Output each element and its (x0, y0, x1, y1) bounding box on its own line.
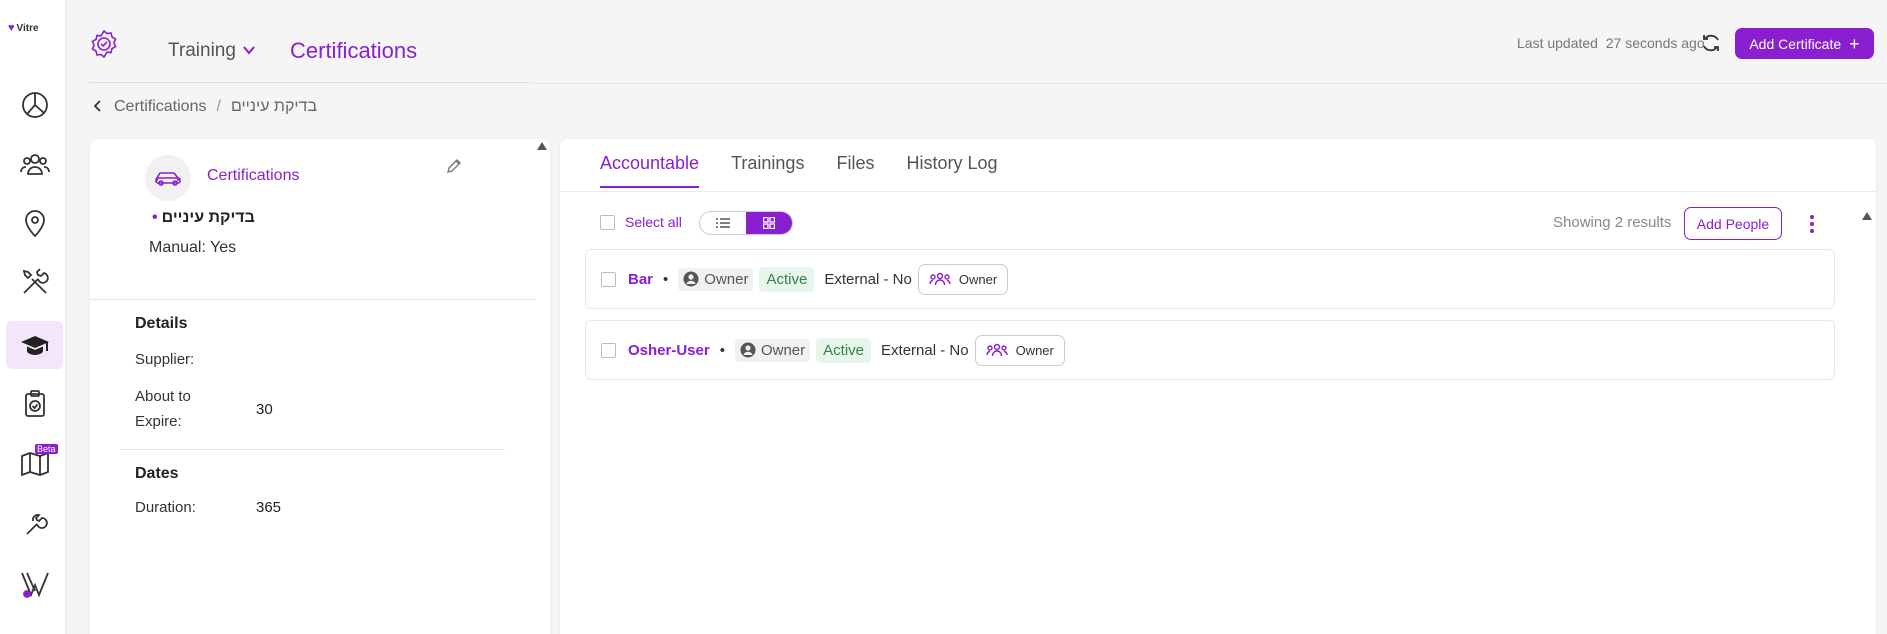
rail-training[interactable] (6, 321, 63, 369)
chevron-down-icon[interactable] (241, 42, 257, 58)
about-to-expire-label: About to Expire: (135, 388, 191, 430)
certificate-badge-icon (91, 29, 117, 59)
certificate-name: • בדיקת עיניים (152, 209, 255, 226)
last-updated: Last updated 27 seconds ago (1517, 35, 1705, 51)
clipboard-check-icon (24, 390, 45, 417)
breadcrumb-separator: / (216, 98, 221, 115)
rail-vitre[interactable] (6, 560, 63, 608)
table-row[interactable]: Bar • Owner Active External - No Owner (585, 249, 1835, 309)
select-all-label[interactable]: Select all (625, 214, 682, 230)
external-flag: External - No (824, 270, 912, 288)
row-checkbox[interactable] (601, 342, 616, 358)
details-heading: Details (135, 315, 188, 332)
header-divider (89, 82, 530, 83)
category-label: Certifications (207, 167, 300, 184)
refresh-icon[interactable] (1700, 32, 1722, 54)
group-icon (985, 343, 1008, 357)
module-dropdown[interactable]: Training (168, 40, 236, 62)
rail-dashboard[interactable] (6, 81, 63, 129)
left-rail: ♥ Vitre Beta (0, 0, 66, 634)
people-panel: Accountable Trainings Files History Log … (560, 139, 1876, 634)
supplier-label: Supplier: (135, 351, 195, 368)
back-chevron-icon[interactable] (91, 99, 105, 113)
breadcrumb-parent[interactable]: Certifications (114, 98, 206, 116)
rail-tools[interactable] (6, 258, 63, 306)
grid-icon (763, 217, 775, 229)
app-logo[interactable]: ♥ Vitre (8, 22, 39, 34)
pencil-icon[interactable] (445, 157, 463, 175)
logo-icon: ♥ (8, 22, 15, 34)
tabs-divider (560, 191, 1876, 192)
beta-badge: Beta (35, 444, 58, 454)
rail-maintenance[interactable] (6, 501, 63, 549)
dates-heading: Dates (135, 465, 179, 482)
about-to-expire-value: 30 (256, 401, 273, 418)
plus-icon: + (1849, 33, 1860, 54)
duration-label: Duration: (135, 499, 196, 516)
add-people-button[interactable]: Add People (1684, 207, 1782, 240)
users-icon (19, 154, 50, 175)
select-all-checkbox[interactable] (600, 215, 615, 230)
status-badge: Active (759, 266, 815, 292)
page-title: Certifications (290, 38, 418, 63)
row-checkbox[interactable] (601, 271, 616, 287)
person-name[interactable]: Bar (628, 271, 653, 288)
scroll-up-arrow-icon[interactable] (1862, 212, 1872, 220)
breadcrumb-current: בדיקת עיניים (230, 98, 318, 115)
rail-map[interactable]: Beta (6, 440, 63, 488)
table-row[interactable]: Osher-User • Owner Active External - No … (585, 320, 1835, 380)
bullet-separator: • (663, 270, 669, 288)
group-chip[interactable]: Owner (917, 263, 1009, 295)
role-chip: Owner (734, 338, 811, 362)
rail-inspections[interactable] (6, 380, 63, 428)
breadcrumb: Certifications / בדיקת עיניים (114, 98, 317, 116)
manual-flag: Manual: Yes (149, 239, 237, 256)
category-avatar (145, 155, 191, 201)
status-badge: Active (816, 337, 872, 363)
external-flag: External - No (881, 341, 969, 359)
grid-view-button[interactable] (746, 212, 792, 234)
tab-files[interactable]: Files (836, 153, 874, 188)
list-view-button[interactable] (700, 212, 746, 234)
section-divider (121, 449, 505, 450)
tab-bar: Accountable Trainings Files History Log (600, 153, 998, 188)
group-icon (929, 272, 951, 286)
status-dot: • (152, 209, 158, 226)
certificate-details-panel: Certifications • בדיקת עיניים Manual: Yes… (90, 139, 550, 634)
section-divider (90, 299, 536, 300)
add-certificate-button[interactable]: Add Certificate + (1735, 28, 1874, 59)
tab-history-log[interactable]: History Log (906, 153, 997, 188)
tab-accountable[interactable]: Accountable (600, 153, 700, 188)
list-icon (716, 218, 730, 228)
person-name[interactable]: Osher-User (628, 342, 710, 359)
more-options-icon[interactable] (1808, 213, 1816, 235)
tab-trainings[interactable]: Trainings (731, 153, 804, 188)
results-count: Showing 2 results (1553, 214, 1672, 231)
graduation-cap-icon (20, 336, 49, 355)
scroll-up-arrow-icon[interactable] (537, 142, 547, 150)
view-toggle (699, 211, 793, 235)
rail-locations[interactable] (6, 199, 63, 247)
group-chip[interactable]: Owner (974, 334, 1065, 366)
role-chip: Owner (678, 267, 754, 291)
header-divider-right (530, 83, 1887, 84)
tools-icon (22, 268, 49, 294)
vitre-logo-icon (20, 572, 49, 598)
duration-value: 365 (256, 499, 282, 516)
user-circle-icon (740, 342, 756, 358)
pie-chart-icon (21, 92, 48, 118)
location-pin-icon (24, 210, 45, 238)
bullet-separator: • (719, 341, 725, 359)
user-circle-icon (683, 271, 699, 287)
rail-users[interactable] (6, 140, 63, 188)
wrench-icon (25, 514, 48, 535)
car-icon (155, 172, 181, 186)
